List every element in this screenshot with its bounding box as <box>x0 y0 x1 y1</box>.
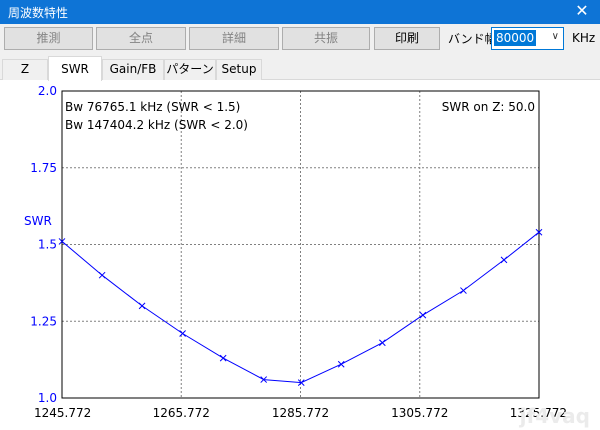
title-bar: 周波数特性 ✕ <box>0 0 600 24</box>
bandwidth-annotation-1-5: Bw 76765.1 kHz (SWR < 1.5) <box>65 100 240 114</box>
all-points-button[interactable]: 全点 <box>96 27 186 50</box>
detail-button[interactable]: 詳細 <box>189 27 279 50</box>
tab-gain-fb[interactable]: Gain/FB <box>102 59 164 80</box>
y-tick-label: 1.0 <box>38 391 57 405</box>
swr-data-point <box>460 287 467 294</box>
swr-data-point <box>98 271 106 279</box>
swr-data-point <box>179 330 186 337</box>
swr-data-point <box>419 311 427 319</box>
y-tick-label: 1.25 <box>30 314 57 328</box>
swr-data-point <box>500 256 508 264</box>
print-button[interactable]: 印刷 <box>374 27 440 50</box>
x-tick-label: 1285.772 <box>272 406 329 420</box>
tab-pattern[interactable]: パターン <box>164 59 216 80</box>
plot-area: 1245.772 1265.772 1285.772 1305.772 1325.772… <box>0 80 600 430</box>
tab-strip: Z SWR Gain/FB パターン Setup <box>0 56 600 81</box>
swr-data-point <box>138 302 146 310</box>
watermark: jf4vaq <box>519 404 590 428</box>
swr-data-point <box>378 339 386 347</box>
y-tick-label: 1.75 <box>30 161 57 175</box>
swr-reference-annotation: SWR on Z: 50.0 <box>442 100 535 114</box>
swr-data-point <box>219 354 227 362</box>
chevron-down-icon[interactable]: ∨ <box>552 31 559 42</box>
swr-chart: 1245.772 1265.772 1285.772 1305.772 1325.772… <box>24 84 567 420</box>
window-title: 周波数特性 <box>8 6 69 20</box>
tab-z[interactable]: Z <box>2 59 48 80</box>
x-tick-label: 1265.772 <box>153 406 210 420</box>
x-tick-label: 1305.772 <box>391 406 448 420</box>
bandwidth-unit: KHz <box>572 31 596 45</box>
y-tick-label: 2.0 <box>38 84 57 98</box>
swr-data-point <box>337 360 345 368</box>
bandwidth-annotation-2-0: Bw 147404.2 kHz (SWR < 2.0) <box>65 118 248 132</box>
y-axis-label: SWR <box>24 214 52 228</box>
tab-swr[interactable]: SWR <box>48 56 102 81</box>
bandwidth-label: バンド幅 <box>448 32 497 46</box>
bandwidth-select[interactable]: 80000 ∨ <box>491 27 564 50</box>
x-tick-label: 1245.772 <box>34 406 91 420</box>
toolbar: 推測 全点 詳細 共振 印刷 バンド幅 80000 ∨ KHz <box>0 24 600 56</box>
bandwidth-value: 80000 <box>494 30 537 46</box>
y-tick-label: 1.5 <box>38 238 57 252</box>
close-icon[interactable]: ✕ <box>572 1 592 21</box>
tab-setup[interactable]: Setup <box>216 59 262 80</box>
resonance-button[interactable]: 共振 <box>282 27 370 50</box>
estimate-button[interactable]: 推測 <box>4 27 93 50</box>
